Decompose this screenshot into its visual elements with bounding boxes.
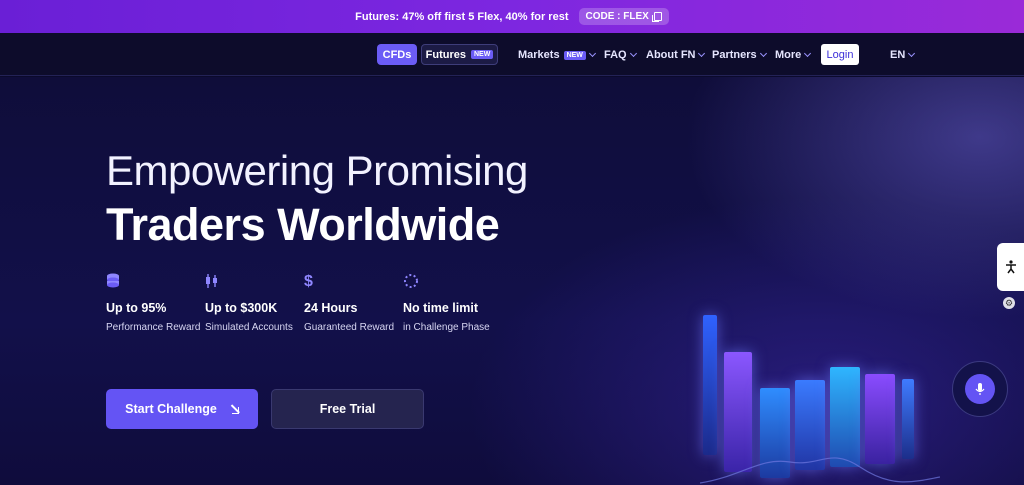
voice-assistant-button[interactable] (952, 361, 1008, 417)
feature-accounts: Up to $300K Simulated Accounts (205, 273, 315, 335)
nav-more[interactable]: More (775, 49, 812, 61)
feature-time: No time limit in Challenge Phase (403, 273, 513, 335)
coins-icon (106, 273, 216, 291)
promo-code-button[interactable]: CODE : FLEX (578, 8, 669, 25)
start-challenge-button[interactable]: Start Challenge (106, 389, 258, 429)
feature-subtitle: Simulated Accounts (205, 322, 293, 333)
spinner-icon (403, 273, 513, 291)
nav-markets-label: Markets (518, 49, 560, 61)
chevron-down-icon (759, 49, 767, 58)
feature-value: No time limit (403, 301, 479, 315)
language-selector[interactable]: EN (890, 49, 916, 61)
tab-futures[interactable]: Futures NEW (421, 44, 498, 65)
feature-subtitle: in Challenge Phase (403, 322, 490, 333)
feature-value: Up to $300K (205, 301, 278, 315)
promo-text: Futures: 47% off first 5 Flex, 40% for r… (355, 10, 569, 23)
promo-code-label: CODE : FLEX (585, 11, 649, 22)
microphone-icon (965, 374, 995, 404)
nav-faq-label: FAQ (604, 49, 627, 61)
free-trial-label: Free Trial (319, 402, 376, 416)
accessibility-widget[interactable] (997, 243, 1024, 291)
top-navigation: CFDs Futures NEW Markets NEW FAQ About F… (0, 33, 1024, 76)
new-badge: NEW (563, 50, 586, 60)
promo-bar: Futures: 47% off first 5 Flex, 40% for r… (0, 0, 1024, 33)
nav-partners-label: Partners (712, 49, 757, 61)
feature-subtitle: Performance Reward (106, 322, 201, 333)
chevron-down-icon (804, 49, 812, 58)
chevron-down-icon (629, 49, 637, 58)
tab-cfds-label: CFDs (382, 48, 412, 61)
hero-section: Empowering Promising Traders Worldwide U… (0, 77, 1024, 485)
dollar-icon: $ (304, 273, 313, 290)
accessibility-icon (1005, 260, 1016, 274)
feature-subtitle: Guaranteed Reward (304, 322, 395, 333)
gear-icon[interactable]: ⚙ (1003, 297, 1015, 309)
decorative-wave (700, 457, 940, 484)
chevron-down-icon (698, 49, 706, 58)
free-trial-button[interactable]: Free Trial (271, 389, 424, 429)
feature-performance: Up to 95% Performance Reward (106, 273, 216, 335)
candlestick-icon (205, 273, 315, 291)
nav-about[interactable]: About FN (646, 49, 706, 61)
copy-icon (651, 12, 662, 22)
feature-value: Up to 95% (106, 301, 167, 315)
tab-futures-label: Futures (425, 48, 466, 61)
decorative-bar (703, 315, 717, 455)
language-label: EN (890, 49, 906, 61)
nav-markets[interactable]: Markets NEW (518, 49, 596, 61)
hero-headline-bold: Traders Worldwide (106, 199, 500, 250)
tab-cfds[interactable]: CFDs (377, 44, 417, 65)
nav-partners[interactable]: Partners (712, 49, 767, 61)
chevron-down-icon (588, 49, 596, 58)
arrow-down-right-icon (229, 404, 239, 414)
nav-more-label: More (775, 49, 802, 61)
login-button[interactable]: Login (821, 44, 859, 65)
start-challenge-label: Start Challenge (125, 402, 217, 416)
nav-faq[interactable]: FAQ (604, 49, 637, 61)
feature-reward: $ 24 Hours Guaranteed Reward (304, 273, 414, 335)
nav-about-label: About FN (646, 49, 696, 61)
chevron-down-icon (908, 49, 916, 58)
hero-headline-light: Empowering Promising (106, 147, 528, 194)
new-badge: NEW (471, 50, 494, 59)
feature-value: 24 Hours (304, 301, 358, 315)
